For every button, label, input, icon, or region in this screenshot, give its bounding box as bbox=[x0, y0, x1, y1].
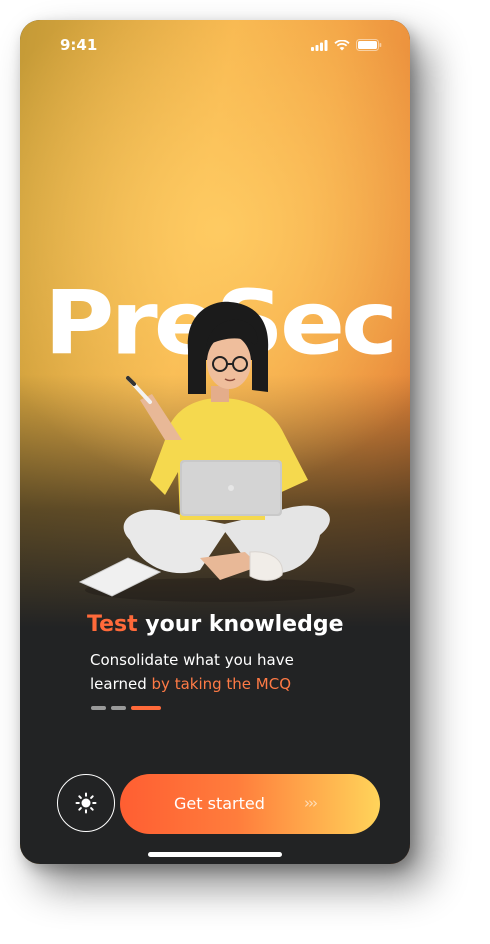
get-started-label: Get started bbox=[174, 794, 265, 813]
onboarding-subtitle: Consolidate what you have learned by tak… bbox=[90, 648, 350, 696]
subtitle-accent: by taking the MCQ bbox=[151, 675, 292, 693]
student-illustration bbox=[78, 301, 355, 602]
headline-rest: your knowledge bbox=[137, 612, 344, 637]
wifi-icon bbox=[334, 39, 350, 50]
page-indicator bbox=[91, 706, 161, 710]
sun-icon bbox=[75, 792, 97, 814]
home-indicator bbox=[148, 852, 282, 857]
page-dot[interactable] bbox=[91, 706, 106, 710]
chevrons-right-icon: ››› bbox=[304, 794, 318, 812]
page-dot-active[interactable] bbox=[131, 706, 161, 710]
phone-screen: 9:41 PreSec bbox=[20, 20, 410, 864]
page-dot[interactable] bbox=[111, 706, 126, 710]
status-icons bbox=[311, 39, 382, 51]
battery-icon bbox=[356, 39, 382, 51]
onboarding-headline: Test your knowledge bbox=[87, 612, 344, 637]
signal-icon bbox=[311, 39, 328, 51]
headline-accent: Test bbox=[87, 612, 138, 637]
theme-toggle-button[interactable] bbox=[57, 774, 115, 832]
status-bar: 9:41 bbox=[20, 20, 410, 70]
status-time: 9:41 bbox=[60, 36, 98, 54]
get-started-button[interactable]: Get started ››› bbox=[120, 774, 380, 834]
